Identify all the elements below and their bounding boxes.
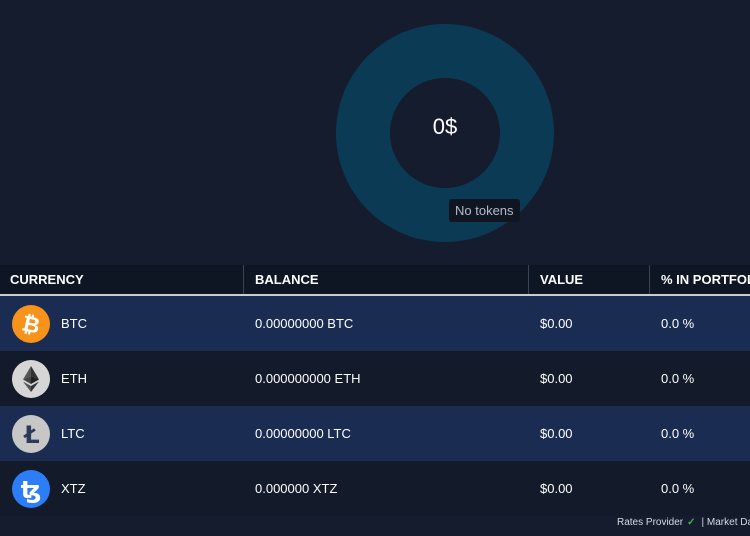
currency-symbol: ETH [61, 371, 87, 386]
table-row[interactable]: ꜩ XTZ 0.000000 XTZ $0.00 0.0 % [0, 461, 750, 516]
header-value[interactable]: VALUE [528, 265, 649, 294]
percent-cell: 0.0 % [661, 371, 695, 386]
portfolio-total: 0$ [432, 114, 458, 139]
svg-text:ꜩ: ꜩ [21, 476, 42, 504]
value-cell: $0.00 [540, 481, 573, 496]
svg-text:Ł: Ł [22, 421, 39, 449]
header-portfolio-percent[interactable]: % IN PORTFOLIO [649, 265, 750, 294]
portfolio-chart: 0$ No tokens [0, 0, 750, 265]
ethereum-icon [12, 360, 50, 398]
balance-cell: 0.00000000 BTC [255, 316, 354, 331]
percent-cell: 0.0 % [661, 481, 695, 496]
table-row[interactable]: Ł LTC 0.00000000 LTC $0.00 0.0 % [0, 406, 750, 461]
header-currency[interactable]: CURRENCY [10, 265, 240, 294]
value-cell: $0.00 [540, 371, 573, 386]
no-tokens-tooltip: No tokens [449, 199, 520, 222]
litecoin-icon: Ł [12, 415, 50, 453]
svg-text:₿: ₿ [19, 311, 42, 339]
balance-cell: 0.000000000 ETH [255, 371, 361, 386]
tezos-icon: ꜩ [12, 470, 50, 508]
balance-cell: 0.00000000 LTC [255, 426, 351, 441]
table-row[interactable]: ₿ BTC 0.00000000 BTC $0.00 0.0 % [0, 296, 750, 351]
balance-cell: 0.000000 XTZ [255, 481, 338, 496]
table-header: CURRENCY BALANCE VALUE % IN PORTFOLIO [0, 265, 750, 296]
bitcoin-icon: ₿ [12, 305, 50, 343]
market-data-label[interactable]: | Market Data [702, 517, 750, 528]
table-row[interactable]: ETH 0.000000000 ETH $0.00 0.0 % [0, 351, 750, 406]
holdings-table: CURRENCY BALANCE VALUE % IN PORTFOLIO ₿ … [0, 265, 750, 516]
percent-cell: 0.0 % [661, 426, 695, 441]
percent-cell: 0.0 % [661, 316, 695, 331]
rates-provider-label[interactable]: Rates Provider [617, 517, 683, 528]
footer: Rates Provider ✓ | Market Data [617, 517, 750, 528]
value-cell: $0.00 [540, 426, 573, 441]
currency-symbol: XTZ [61, 481, 86, 496]
currency-symbol: LTC [61, 426, 85, 441]
currency-symbol: BTC [61, 316, 87, 331]
value-cell: $0.00 [540, 316, 573, 331]
check-icon: ✓ [687, 517, 696, 528]
header-balance[interactable]: BALANCE [243, 265, 539, 294]
